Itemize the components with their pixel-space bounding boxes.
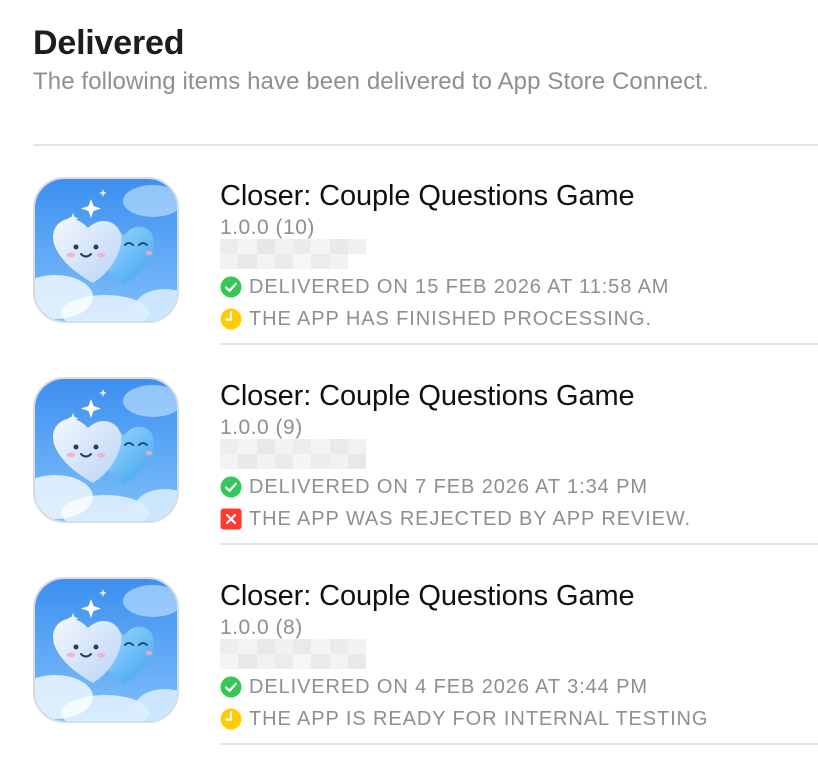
app-name: Closer: Couple Questions Game: [220, 180, 635, 212]
item-divider: [220, 543, 818, 545]
clock-icon: [220, 308, 242, 330]
checkmark-circle-icon: [220, 676, 242, 698]
redacted-text: [220, 439, 366, 469]
redacted-text: [220, 239, 366, 269]
delivered-status: DELIVERED ON 15 FEB 2026 AT 11:58 AM: [220, 274, 669, 300]
header-divider: [33, 144, 818, 146]
clock-icon: [220, 708, 242, 730]
processing-status: THE APP IS READY FOR INTERNAL TESTING: [220, 706, 708, 732]
app-name: Closer: Couple Questions Game: [220, 580, 635, 612]
processing-status-text: THE APP IS READY FOR INTERNAL TESTING: [249, 708, 709, 730]
delivered-status: DELIVERED ON 4 FEB 2026 AT 3:44 PM: [220, 674, 648, 700]
delivery-item[interactable]: Closer: Couple Questions Game 1.0.0 (9) …: [0, 377, 818, 577]
delivered-status-text: DELIVERED ON 7 FEB 2026 AT 1:34 PM: [249, 476, 648, 498]
page-subtitle: The following items have been delivered …: [33, 68, 709, 95]
app-version: 1.0.0 (8): [220, 616, 303, 639]
processing-status: THE APP HAS FINISHED PROCESSING.: [220, 306, 652, 332]
app-name: Closer: Couple Questions Game: [220, 380, 635, 412]
checkmark-circle-icon: [220, 276, 242, 298]
delivered-status-text: DELIVERED ON 4 FEB 2026 AT 3:44 PM: [249, 676, 648, 698]
app-icon: [33, 577, 179, 723]
app-icon: [33, 177, 179, 323]
page-title: Delivered: [33, 24, 185, 62]
app-icon: [33, 377, 179, 523]
redacted-text: [220, 639, 366, 669]
app-version: 1.0.0 (9): [220, 416, 303, 439]
checkmark-circle-icon: [220, 476, 242, 498]
header: Delivered The following items have been …: [33, 22, 818, 97]
processing-status-text: THE APP WAS REJECTED BY APP REVIEW.: [249, 508, 691, 530]
item-divider: [220, 343, 818, 345]
delivery-item[interactable]: Closer: Couple Questions Game 1.0.0 (10)…: [0, 177, 818, 377]
app-version: 1.0.0 (10): [220, 216, 315, 239]
processing-status-text: THE APP HAS FINISHED PROCESSING.: [249, 308, 652, 330]
processing-status: THE APP WAS REJECTED BY APP REVIEW.: [220, 506, 691, 532]
delivered-status-text: DELIVERED ON 15 FEB 2026 AT 11:58 AM: [249, 276, 670, 298]
x-square-icon: [220, 508, 242, 530]
item-divider: [220, 743, 818, 745]
delivery-item[interactable]: Closer: Couple Questions Game 1.0.0 (8) …: [0, 577, 818, 777]
delivered-status: DELIVERED ON 7 FEB 2026 AT 1:34 PM: [220, 474, 648, 500]
